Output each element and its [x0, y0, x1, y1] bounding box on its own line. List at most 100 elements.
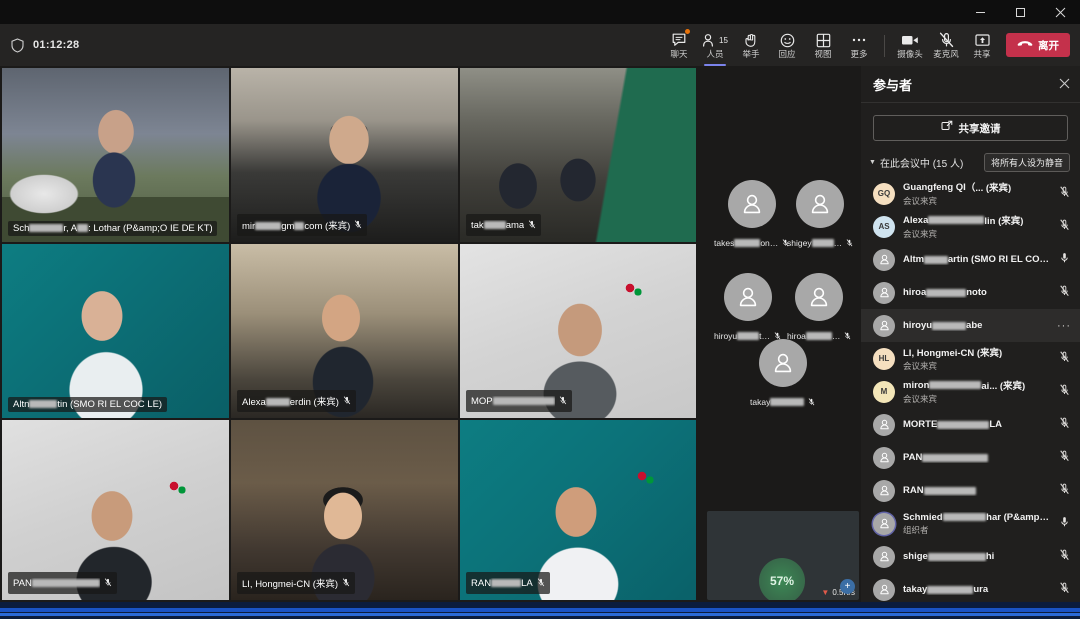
video-stage: Sch r, A: Lothar (P&amp;O IE DE KT) mir gm… — [0, 66, 861, 602]
window-maximize-button[interactable] — [1000, 0, 1040, 24]
participant-row[interactable]: MORTE LA — [861, 408, 1080, 441]
video-tile[interactable]: Altn tin (SMO RI EL COC LE) — [2, 244, 229, 418]
self-view-tile[interactable]: 57% ▼ 0.5K/s + — [707, 511, 859, 600]
avatar — [873, 578, 895, 601]
tile-name: MOP — [471, 396, 555, 407]
participant-row[interactable]: AS Alexa lin (来宾) 会议来宾 — [861, 210, 1080, 243]
participant-info: hiroyu abe — [903, 320, 1049, 331]
mic-on-icon[interactable] — [1057, 515, 1071, 533]
leave-meeting-button[interactable]: 离开 — [1006, 33, 1070, 57]
in-meeting-section-header[interactable]: ▼ 在此会议中 (15 人) 将所有人设为静音 — [861, 151, 1080, 173]
participant-row[interactable]: Schmied har (P&amp… 组织者 — [861, 507, 1080, 540]
participant-name: hiroa noto — [903, 287, 987, 298]
mic-off-icon[interactable] — [1057, 416, 1071, 434]
avatar-tile[interactable]: hiroa… — [787, 273, 851, 345]
teams-meeting-window: 01:12:28 聊天 15 人员 举手 回应 视图 更多 摄像头 麦克风 共享… — [0, 0, 1080, 619]
mic-off-icon[interactable] — [1057, 284, 1071, 302]
more-icon[interactable]: ··· — [1057, 320, 1071, 332]
window-minimize-button[interactable] — [960, 0, 1000, 24]
more-button[interactable]: 更多 — [841, 24, 877, 66]
mic-off-icon — [808, 393, 815, 411]
participant-name: PAN — [903, 452, 1049, 463]
participant-row[interactable]: GQ Guangfeng QI （... (来宾) 会议来宾 — [861, 177, 1080, 210]
video-tile[interactable]: LI, Hongmei-CN (来宾) — [231, 420, 458, 600]
redacted-text — [926, 288, 967, 297]
video-tile[interactable]: RAN LA — [460, 420, 696, 600]
participant-row[interactable]: RAN — [861, 474, 1080, 507]
participant-name: Schmied har (P&amp… — [903, 511, 1049, 523]
avatar — [873, 413, 895, 436]
toolbar-controls: 聊天 15 人员 举手 回应 视图 更多 摄像头 麦克风 共享 离开 — [661, 24, 1080, 66]
avatar-initials: GQ — [877, 189, 891, 198]
people-count: 15 — [719, 35, 728, 45]
participant-row[interactable]: takay ura — [861, 573, 1080, 602]
participant-row[interactable]: hiroa noto — [861, 276, 1080, 309]
participant-row[interactable]: shige hi — [861, 540, 1080, 573]
avatar: HL — [873, 347, 895, 370]
mic-off-icon[interactable] — [1057, 482, 1071, 500]
window-close-button[interactable] — [1040, 0, 1080, 24]
mic-off-icon[interactable] — [1057, 383, 1071, 401]
participant-row[interactable]: PAN — [861, 441, 1080, 474]
participant-info: hiroa noto — [903, 287, 1049, 298]
participant-row[interactable]: M miron ai... (来宾) 会议来宾 — [861, 375, 1080, 408]
mic-on-icon[interactable] — [1057, 251, 1071, 269]
mic-off-icon[interactable] — [1057, 449, 1071, 467]
video-tile[interactable]: Alexa erdin (来宾) — [231, 244, 458, 418]
redacted-text — [811, 239, 834, 247]
avatar-initials: HL — [878, 354, 890, 363]
video-tile[interactable]: tak ama — [460, 68, 696, 242]
redacted-text — [31, 578, 100, 587]
close-icon[interactable] — [1059, 78, 1070, 91]
help-icon[interactable]: + — [840, 579, 855, 594]
redacted-text — [927, 552, 986, 561]
shield-icon — [11, 37, 24, 53]
hangup-icon — [1017, 36, 1033, 54]
redacted-text — [29, 400, 58, 408]
participant-info: takay ura — [903, 584, 1049, 595]
mic-off-icon[interactable] — [1057, 218, 1071, 236]
microphone-button[interactable]: 麦克风 — [928, 24, 964, 66]
participant-role: 组织者 — [903, 524, 929, 535]
avatar-tile-nametag: takes on… — [714, 234, 789, 252]
avatar-tile[interactable]: takay — [750, 339, 815, 411]
participant-row[interactable]: Altm artin (SMO RI EL CO… — [861, 243, 1080, 276]
mic-off-icon[interactable] — [1057, 581, 1071, 599]
redacted-text — [265, 398, 290, 406]
view-grid-icon — [816, 32, 831, 49]
participant-name: RAN — [903, 485, 1049, 496]
raise-hand-button[interactable]: 举手 — [733, 24, 769, 66]
avatar-tile[interactable]: shigey… — [787, 180, 853, 252]
video-tile[interactable]: MOP — [460, 244, 696, 418]
avatar-tile[interactable]: takes on… — [714, 180, 789, 252]
video-tile[interactable]: Sch r, A: Lothar (P&amp;O IE DE KT) — [2, 68, 229, 242]
view-button[interactable]: 视图 — [805, 24, 841, 66]
panel-title: 参与者 — [873, 77, 913, 93]
avatar: M — [873, 380, 895, 403]
participant-row[interactable]: hiroyu abe ··· — [861, 309, 1080, 342]
share-invite-label: 共享邀请 — [958, 122, 1001, 135]
mic-off-icon[interactable] — [1057, 350, 1071, 368]
mic-off-icon[interactable] — [1057, 548, 1071, 566]
reactions-button[interactable]: 回应 — [769, 24, 805, 66]
chat-button[interactable]: 聊天 — [661, 24, 697, 66]
avatar: AS — [873, 215, 895, 238]
participant-row[interactable]: HL LI, Hongmei-CN (来宾) 会议来宾 — [861, 342, 1080, 375]
avatar-tile[interactable]: hiroyu t… — [714, 273, 781, 345]
video-tile[interactable]: mir gm com (来宾) — [231, 68, 458, 242]
windows-taskbar[interactable] — [0, 602, 1080, 619]
share-invite-button[interactable]: 共享邀请 — [873, 115, 1068, 141]
video-tile[interactable]: PAN — [2, 420, 229, 600]
participant-info: PAN — [903, 452, 1049, 463]
mute-all-button[interactable]: 将所有人设为静音 — [983, 152, 1070, 172]
down-arrow-icon: ▼ — [821, 588, 830, 597]
tile-name: tak ama — [471, 219, 525, 231]
people-button[interactable]: 15 人员 — [697, 24, 733, 66]
mic-off-icon — [342, 574, 350, 592]
taskbar-strip — [0, 608, 1080, 612]
mic-off-icon[interactable] — [1057, 185, 1071, 203]
redacted-text — [932, 321, 967, 330]
share-button[interactable]: 共享 — [964, 24, 1000, 66]
participant-name: Guangfeng QI （... (来宾) — [903, 181, 1012, 195]
camera-button[interactable]: 摄像头 — [892, 24, 928, 66]
